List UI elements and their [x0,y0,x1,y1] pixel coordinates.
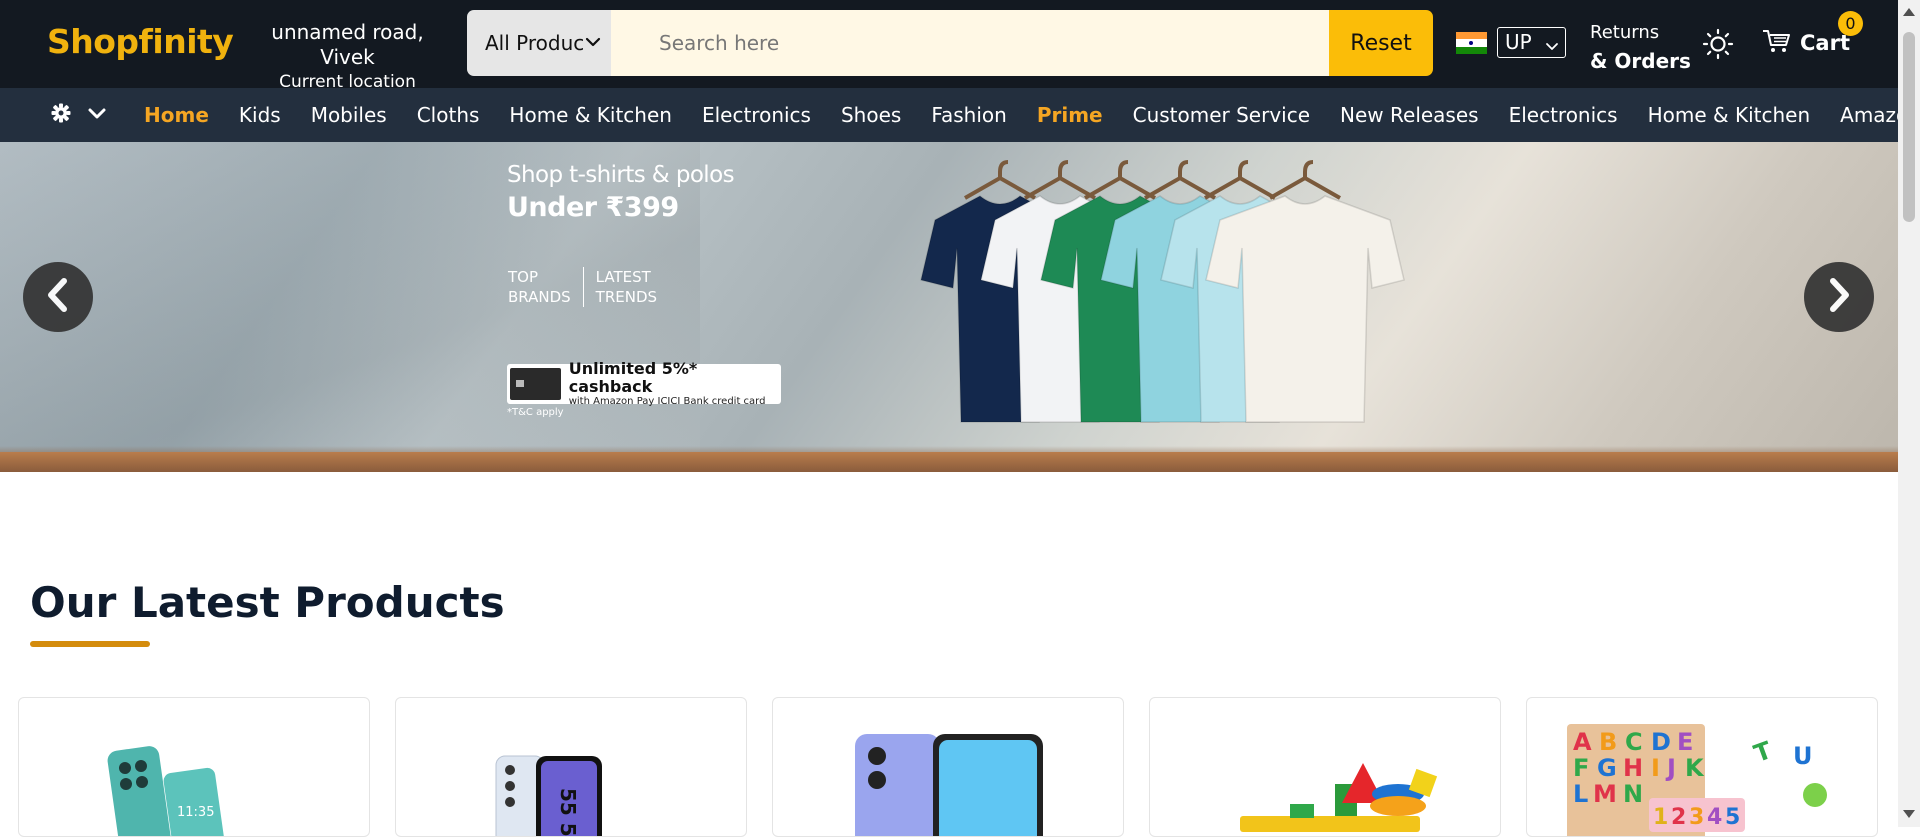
svg-text:K: K [1685,754,1705,782]
nav-link-mobiles[interactable]: Mobiles [311,103,387,127]
reset-button[interactable]: Reset [1329,10,1433,76]
delivery-location[interactable]: unnamed road, Vivek Current location [245,20,450,95]
alphabet-puzzle-icon: A B C D E F G H I J K L M N 1 2 3 4 5 T … [1567,724,1827,836]
banner-headline: Shop t-shirts & polos [507,162,735,188]
nav-link-customer-service[interactable]: Customer Service [1133,103,1310,127]
search-input[interactable] [611,10,1329,76]
svg-text:11:35: 11:35 [177,805,214,820]
phone-5g-icon: 55 5G [495,755,602,837]
carousel-next-button[interactable] [1804,262,1874,332]
nav-link-new-releases[interactable]: New Releases [1340,103,1479,127]
nav-link-electronics[interactable]: Electronics [1509,103,1618,127]
product-card[interactable] [772,697,1124,837]
svg-text:D: D [1651,728,1671,756]
svg-text:T: T [1750,736,1776,768]
state-select-value: UP [1505,30,1532,54]
svg-text:F: F [1573,754,1589,782]
nav-link-home[interactable]: Home [144,103,209,127]
site-logo[interactable]: Shopfinity [47,22,234,61]
returns-label: Returns [1590,22,1660,43]
nav-link-prime[interactable]: Prime [1037,103,1103,127]
location-address: unnamed road, Vivek [271,20,424,69]
cashback-title: Unlimited 5%* cashback [568,359,698,396]
top-header: Shopfinity unnamed road, Vivek Current l… [0,0,1898,92]
theme-toggle-sun-icon[interactable] [1702,28,1734,60]
svg-text:U: U [1793,742,1813,770]
tag-text: BRANDS [508,288,571,306]
product-grid: 11:35 55 5G A B C D E F G H I J K L M N … [18,697,1878,837]
latest-trends-tag: LATEST TRENDS [582,267,669,307]
svg-text:A: A [1573,728,1592,756]
top-brands-tag: TOP BRANDS [508,267,583,307]
product-card[interactable]: 55 5G [395,697,747,837]
svg-text:4: 4 [1707,805,1722,830]
search-bar: All Products Reset [467,10,1433,76]
carousel-prev-button[interactable] [23,262,93,332]
svg-text:E: E [1677,728,1693,756]
svg-text:55 5G: 55 5G [556,788,580,837]
cart-count-badge: 0 [1838,11,1863,36]
chevron-down-icon [1544,34,1560,62]
svg-text:M: M [1593,780,1617,808]
product-card[interactable] [1149,697,1501,837]
cart-icon [1762,28,1792,58]
cart-button[interactable]: Cart 0 [1762,11,1863,58]
svg-text:3: 3 [1689,805,1704,830]
nav-settings [50,102,108,128]
phone-teal-icon: 11:35 [107,746,227,836]
product-card[interactable]: A B C D E F G H I J K L M N 1 2 3 4 5 T … [1526,697,1878,837]
hero-banner[interactable]: Shop t-shirts & polos Under ₹399 TOP BRA… [0,142,1898,472]
tag-text: TRENDS [595,288,658,306]
tag-text: LATEST [595,268,651,286]
category-nav: Home Kids Mobiles Cloths Home & Kitchen Elect… [0,88,1920,142]
terms-note: *T&C apply [507,407,564,418]
tag-text: TOP [508,268,539,286]
chevron-down-icon [583,32,603,52]
settings-gear-icon[interactable] [50,102,72,128]
svg-text:2: 2 [1671,805,1686,830]
nav-link-fashion[interactable]: Fashion [931,103,1007,127]
product-card[interactable]: 11:35 [18,697,370,837]
hanging-tshirts-image [920,160,1405,423]
svg-text:H: H [1623,754,1643,782]
phone-blue-icon [855,734,1043,836]
india-flag-icon [1456,32,1487,54]
chevron-down-icon[interactable] [86,102,108,128]
svg-text:J: J [1665,754,1676,782]
nav-links: Home Kids Mobiles Cloths Home & Kitchen Elect… [144,88,1920,142]
title-underline [30,641,150,647]
svg-text:G: G [1597,754,1617,782]
nav-link-shoes[interactable]: Shoes [841,103,901,127]
nav-link-cloths[interactable]: Cloths [417,103,480,127]
cart-label: Cart [1800,31,1850,55]
cashback-subtitle: with Amazon Pay ICICI Bank credit card [568,396,766,407]
scrollbar-thumb[interactable] [1903,32,1915,222]
svg-text:1: 1 [1653,805,1668,830]
svg-text:B: B [1599,728,1617,756]
banner-tags: TOP BRANDS LATEST TRENDS [508,267,669,307]
state-select[interactable]: UP [1497,27,1566,58]
svg-text:N: N [1623,780,1643,808]
returns-orders-link[interactable]: Returns & Orders [1590,18,1691,76]
cashback-offer: Unlimited 5%* cashback with Amazon Pay I… [507,360,781,407]
page-scrollbar[interactable] [1898,0,1920,827]
products-section-title: Our Latest Products [30,578,505,627]
orders-label: & Orders [1590,49,1691,73]
svg-text:I: I [1651,754,1660,782]
category-select[interactable]: All Products [467,10,611,76]
chevron-right-icon [1824,277,1854,317]
svg-text:L: L [1573,780,1588,808]
svg-text:5: 5 [1725,805,1740,830]
svg-text:C: C [1625,728,1643,756]
scroll-up-arrow-icon[interactable] [1903,8,1915,16]
nav-link-home-kitchen[interactable]: Home & Kitchen [1648,103,1811,127]
banner-price: Under ₹399 [507,192,679,223]
credit-card-icon [510,368,561,400]
nav-link-kids[interactable]: Kids [239,103,281,127]
nav-link-home-kitchen[interactable]: Home & Kitchen [509,103,672,127]
nav-link-electronics[interactable]: Electronics [702,103,811,127]
scroll-down-arrow-icon[interactable] [1903,810,1915,818]
chevron-left-icon [43,277,73,317]
stacking-toy-icon [1240,763,1438,832]
